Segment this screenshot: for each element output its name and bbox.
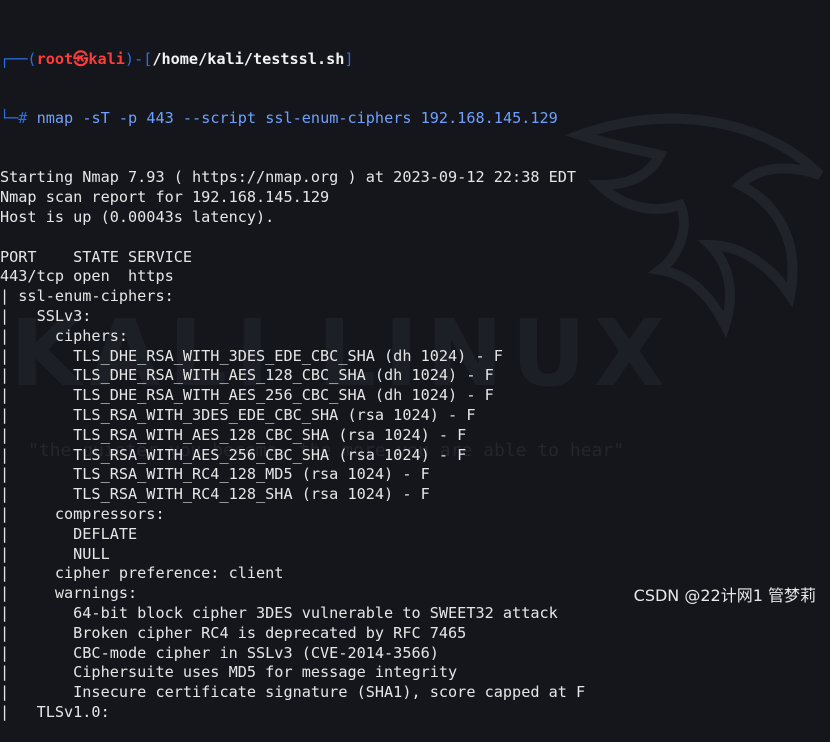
prompt-at-symbol: ㉿ (73, 49, 89, 68)
prompt-user: root (36, 49, 74, 68)
output-line: 443/tcp open https (0, 267, 174, 286)
prompt-hash: # (18, 108, 28, 127)
output-line: PORT STATE SERVICE (0, 247, 193, 266)
prompt-line-command: └─# nmap -sT -p 443 --script ssl-enum-ci… (0, 109, 830, 129)
output-line: | TLS_DHE_RSA_WITH_AES_256_CBC_SHA (dh 1… (0, 386, 494, 405)
output-line: | compressors: (0, 504, 165, 523)
output-line: | TLS_RSA_WITH_3DES_EDE_CBC_SHA (rsa 102… (0, 405, 476, 424)
prompt-line-top: ┌──(root㉿kali)-[/home/kali/testssl.sh] (0, 50, 830, 70)
terminal-output[interactable]: ┌──(root㉿kali)-[/home/kali/testssl.sh] └… (0, 10, 830, 742)
prompt-path: /home/kali/testssl.sh (152, 49, 345, 68)
output-line: | Broken cipher RC4 is deprecated by RFC… (0, 623, 467, 642)
prompt-frame-top: ┌──( (0, 49, 37, 68)
output-line: | ssl-enum-ciphers: (0, 287, 174, 306)
output-line: | TLS_RSA_WITH_RC4_128_SHA (rsa 1024) - … (0, 485, 430, 504)
prompt-frame-bottom: └─ (0, 108, 19, 127)
output-line: Nmap scan report for 192.168.145.129 (0, 188, 330, 207)
command-args: -sT -p 443 --script ssl-enum-ciphers 192… (73, 108, 558, 127)
output-line: | SSLv3: (0, 306, 92, 325)
output-line: | CBC-mode cipher in SSLv3 (CVE-2014-356… (0, 643, 439, 662)
output-line: | TLS_DHE_RSA_WITH_AES_128_CBC_SHA (dh 1… (0, 366, 494, 385)
prompt-host: kali (88, 49, 125, 68)
prompt-separator: )-[ (124, 49, 153, 68)
output-line: Starting Nmap 7.93 ( https://nmap.org ) … (0, 168, 577, 187)
output-line: | TLS_RSA_WITH_AES_256_CBC_SHA (rsa 1024… (0, 445, 467, 464)
output-line: | TLS_RSA_WITH_AES_128_CBC_SHA (rsa 1024… (0, 425, 467, 444)
output-line: | TLSv1.0: (0, 702, 110, 721)
output-line: | NULL (0, 544, 110, 563)
output-line: Host is up (0.00043s latency). (0, 207, 275, 226)
command-output: Starting Nmap 7.93 ( https://nmap.org ) … (0, 168, 830, 722)
output-line: | ciphers: (0, 326, 129, 345)
prompt-path-close: ] (344, 49, 354, 68)
csdn-watermark: CSDN @22计网1 管梦莉 (633, 586, 816, 605)
output-line: | DEFLATE (0, 524, 138, 543)
output-line: | Insecure certificate signature (SHA1),… (0, 683, 586, 702)
command-name: nmap (36, 108, 74, 127)
output-line: | TLS_DHE_RSA_WITH_3DES_EDE_CBC_SHA (dh … (0, 346, 503, 365)
output-line: | Ciphersuite uses MD5 for message integ… (0, 663, 458, 682)
output-line: | TLS_RSA_WITH_RC4_128_MD5 (rsa 1024) - … (0, 465, 430, 484)
